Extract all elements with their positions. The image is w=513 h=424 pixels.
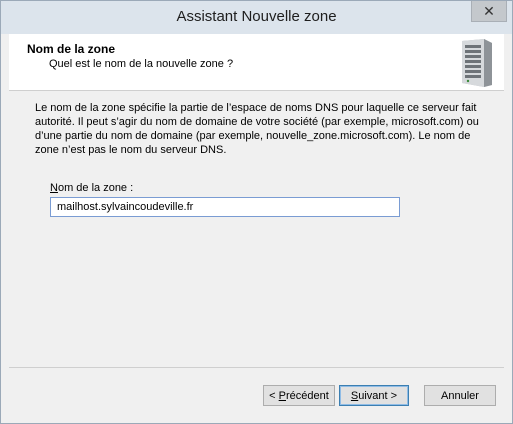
cancel-button[interactable]: Annuler xyxy=(424,385,496,406)
next-button[interactable]: Suivant > xyxy=(339,385,409,406)
wizard-header: Nom de la zone Quel est le nom de la nou… xyxy=(9,34,504,91)
previous-button[interactable]: < Précédent xyxy=(263,385,335,406)
wizard-window: Assistant Nouvelle zone ✕ Nom de la zone… xyxy=(0,0,513,424)
wizard-body: Le nom de la zone spécifie la partie de … xyxy=(9,91,504,415)
zone-name-input[interactable] xyxy=(50,197,400,217)
server-icon xyxy=(462,39,492,87)
title-bar[interactable]: Assistant Nouvelle zone ✕ xyxy=(1,1,512,34)
close-button[interactable]: ✕ xyxy=(471,1,507,22)
page-title: Nom de la zone xyxy=(27,42,116,56)
close-icon: ✕ xyxy=(483,3,495,19)
window-title: Assistant Nouvelle zone xyxy=(176,8,337,25)
zone-name-label: Nom de la zone : xyxy=(50,182,134,194)
divider xyxy=(9,367,504,368)
zone-description: Le nom de la zone spécifie la partie de … xyxy=(35,102,479,156)
page-subtitle: Quel est le nom de la nouvelle zone ? xyxy=(49,58,234,70)
